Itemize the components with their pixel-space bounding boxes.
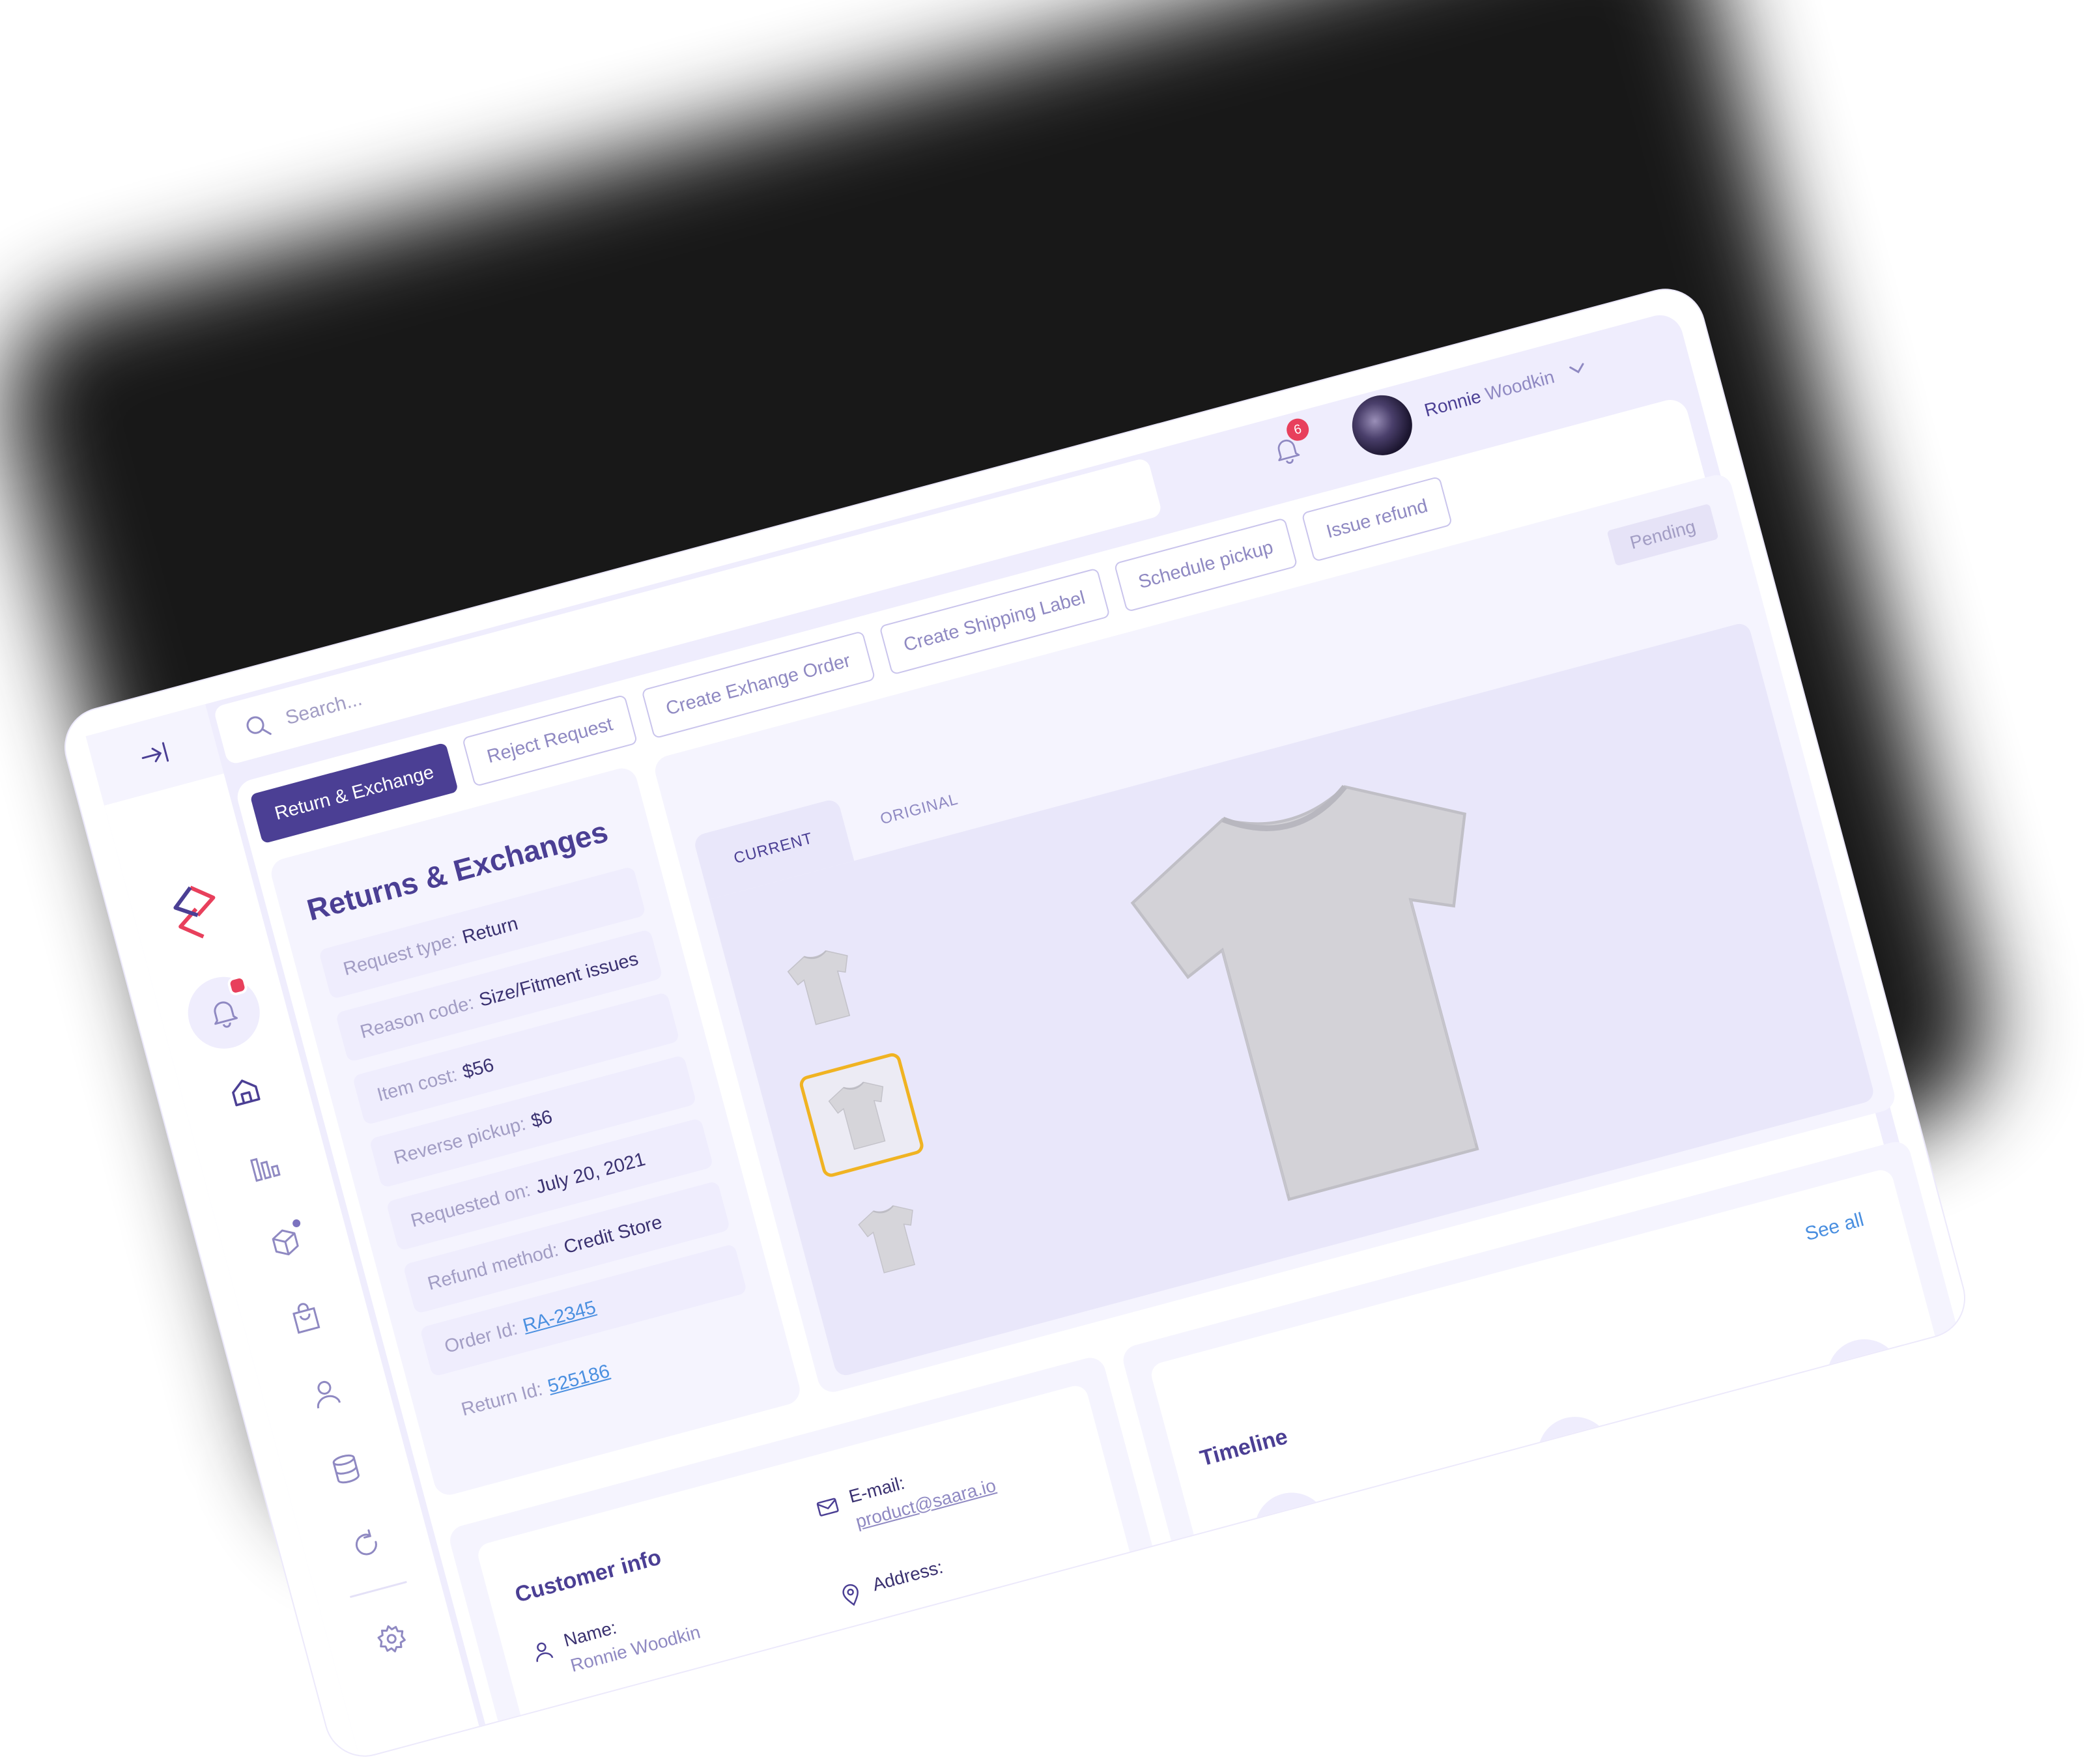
detail-label: Request type:: [341, 929, 459, 980]
detail-value: $6: [528, 1105, 555, 1132]
timeline-event-label: Return: [1277, 1572, 1339, 1609]
timeline-event-date: 22 Jan: [1819, 1331, 1910, 1422]
chevron-down-icon[interactable]: [1563, 354, 1592, 383]
brand-logo[interactable]: [164, 877, 230, 947]
home-icon: [232, 1079, 261, 1107]
app-frame: Search... 6 RonnieWoodkin Return & Excha…: [85, 309, 1973, 1764]
search-icon: [240, 708, 276, 745]
timeline-day: 24: [1558, 1430, 1586, 1458]
sidebar-divider: [350, 1580, 407, 1599]
notifications-button[interactable]: 6: [1259, 416, 1315, 478]
product-thumbnail-selected[interactable]: [797, 1051, 926, 1179]
detail-label: Order Id:: [442, 1317, 520, 1358]
sidebar-item-settings[interactable]: [367, 1615, 415, 1662]
product-thumbnail[interactable]: [764, 927, 884, 1047]
refresh-icon: [355, 1529, 377, 1556]
detail-label: Reason code:: [358, 992, 476, 1043]
status-badge: Pending: [1606, 503, 1719, 567]
phone-icon: [556, 1721, 573, 1744]
sidebar-item-returns[interactable]: [343, 1520, 390, 1568]
main-content: Return & Exchange Reject Request Create …: [233, 395, 1973, 1764]
sidebar-item-database[interactable]: [322, 1445, 370, 1492]
bag-icon: [292, 1303, 320, 1334]
detail-label: Requested on:: [408, 1179, 533, 1232]
tshirt-image: [787, 950, 851, 1025]
customer-email-field: E-mail: product@saara.io: [813, 1450, 999, 1542]
mail-icon: [816, 1498, 839, 1516]
user-name[interactable]: RonnieWoodkin: [1422, 367, 1556, 421]
detail-value: $56: [460, 1054, 496, 1083]
user-icon: [536, 1642, 554, 1662]
database-icon: [332, 1454, 360, 1484]
timeline-connector: [1287, 1376, 1867, 1533]
customer-number-label: Number:: [583, 1694, 657, 1733]
collapse-icon: [141, 742, 169, 763]
gear-icon: [377, 1625, 406, 1653]
detail-label: Item cost:: [375, 1064, 460, 1106]
detail-label: Refund method:: [425, 1239, 561, 1294]
location-icon: [842, 1584, 859, 1606]
issue-refund-button[interactable]: Issue refund: [1301, 476, 1453, 562]
bell-icon: [214, 1001, 238, 1028]
timeline-event-label: Order: [1853, 1420, 1908, 1455]
analytics-icon: [249, 1158, 281, 1182]
timeline-month: Jan: [1850, 1373, 1884, 1401]
sidebar-item-home[interactable]: [221, 1068, 268, 1115]
customer-name-field: Name: Ronnie Woodkin: [528, 1597, 703, 1686]
customer-info-title: Customer info: [512, 1544, 664, 1608]
customer-address-label: Address:: [870, 1556, 945, 1595]
tshirt-image: [858, 1205, 916, 1273]
avatar[interactable]: [1345, 388, 1419, 462]
timeline-month: Jan: [1561, 1450, 1595, 1478]
sidebar-item-analytics[interactable]: [241, 1143, 289, 1191]
timeline-event-label: Order: [1564, 1498, 1618, 1532]
customer-number-field: Number:: [549, 1695, 657, 1747]
box-icon: [272, 1229, 299, 1256]
see-all-link[interactable]: See all: [1803, 1209, 1866, 1246]
sidebar-item-products[interactable]: [261, 1218, 309, 1266]
customer-address-field: Address:: [836, 1557, 946, 1610]
user-last-name: Woodkin: [1483, 366, 1557, 405]
detail-label: Return Id:: [459, 1378, 545, 1420]
timeline-event-date: 28 Jan: [1246, 1484, 1337, 1576]
timeline-title: Timeline: [1197, 1424, 1290, 1472]
stage: Search... 6 RonnieWoodkin Return & Excha…: [0, 0, 2091, 1764]
timeline-day: 22: [1847, 1352, 1876, 1380]
detail-value: Return: [460, 913, 520, 948]
product-main-image: [1130, 785, 1479, 1201]
search-placeholder: Search...: [283, 688, 365, 730]
notification-dot: [226, 974, 249, 997]
detail-label: Reverse pickup:: [391, 1113, 528, 1169]
sidebar-notifications-button[interactable]: [180, 969, 268, 1057]
timeline-month: Jan: [1277, 1526, 1311, 1554]
product-thumbnail[interactable]: [831, 1179, 951, 1299]
detail-value: Size/Fitment issues: [477, 948, 641, 1011]
order-id-link[interactable]: RA-2345: [520, 1297, 598, 1337]
timeline-event-date: 24 Jan: [1529, 1408, 1621, 1500]
detail-value: July 20, 2021: [533, 1148, 647, 1198]
tshirt-image: [828, 1081, 886, 1150]
sidebar-item-customers[interactable]: [302, 1369, 350, 1417]
app-window: Search... 6 RonnieWoodkin Return & Excha…: [57, 281, 1973, 1764]
user-first-name: Ronnie: [1422, 386, 1484, 421]
return-id-link[interactable]: 525186: [545, 1360, 612, 1397]
detail-value: Credit Store: [562, 1211, 664, 1258]
user-icon: [317, 1380, 341, 1409]
sidebar-item-orders[interactable]: [281, 1294, 329, 1342]
timeline-day: 28: [1275, 1505, 1303, 1534]
